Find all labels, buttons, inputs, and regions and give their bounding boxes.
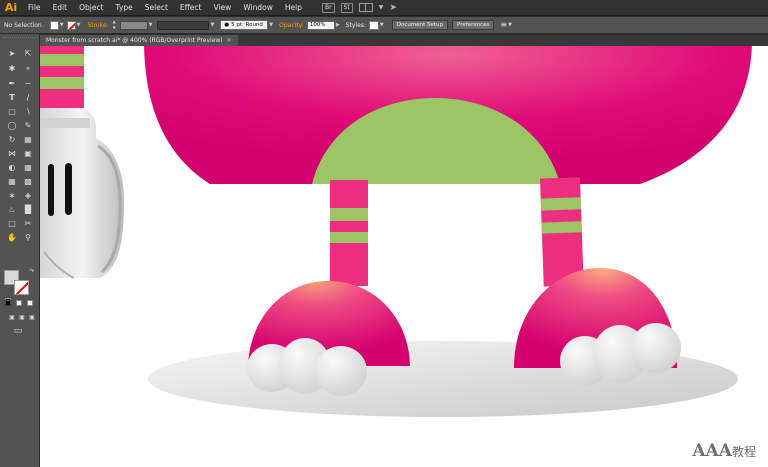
watermark: AAA教程 xyxy=(692,441,756,461)
monster-artwork xyxy=(40,46,752,417)
watermark-suffix: 教程 xyxy=(731,445,756,459)
stroke-caret-icon[interactable]: ▼ xyxy=(77,22,81,28)
blob-brush-tool-icon[interactable]: ◯ xyxy=(6,120,18,132)
selection-tool-icon[interactable]: ➤ xyxy=(6,48,18,60)
fill-caret-icon[interactable]: ▼ xyxy=(60,22,64,28)
gradient-mode-icon[interactable] xyxy=(16,300,22,306)
pen-tool-icon[interactable]: ✒ xyxy=(6,78,18,90)
fill-swatch[interactable] xyxy=(49,20,59,30)
opacity-label[interactable]: Opacity: xyxy=(279,22,304,29)
eyedropper-tool-icon[interactable]: ∗ xyxy=(6,190,18,202)
brush-dot-icon: ● xyxy=(224,22,230,28)
menu-view[interactable]: View xyxy=(208,0,238,16)
scale-tool-icon[interactable]: ▦ xyxy=(22,134,34,146)
perspective-grid-tool-icon[interactable]: ▦ xyxy=(22,162,34,174)
variable-width-field[interactable] xyxy=(157,20,210,30)
arrange-documents-icon[interactable] xyxy=(358,3,373,12)
pencil-tool-icon[interactable]: ✎ xyxy=(22,120,34,132)
mesh-tool-icon[interactable]: ▦ xyxy=(6,176,18,188)
menu-file[interactable]: File xyxy=(22,0,47,16)
menu-effect[interactable]: Effect xyxy=(174,0,208,16)
document-tab[interactable]: Monster from scratch.ai* @ 400% (RGB/Ove… xyxy=(40,35,238,46)
opacity-field[interactable]: 100% xyxy=(306,20,335,30)
document-setup-button[interactable]: Document Setup xyxy=(391,20,449,30)
stroke-weight-caret-icon[interactable]: ▼ xyxy=(149,22,153,28)
magic-wand-tool-icon[interactable]: ✱ xyxy=(6,63,18,75)
align-caret-icon[interactable]: ▼ xyxy=(508,22,512,28)
left-arm[interactable] xyxy=(40,46,84,108)
variable-width-caret-icon[interactable]: ▼ xyxy=(210,22,214,28)
brush-label: 5 pt. Round xyxy=(231,22,263,28)
document-tab-bar: Monster from scratch.ai* @ 400% (RGB/Ove… xyxy=(40,35,768,46)
opacity-caret-icon[interactable]: ▶ xyxy=(336,22,340,28)
styles-label: Styles: xyxy=(345,21,366,29)
align-icon[interactable]: ≡ xyxy=(500,20,507,30)
selection-status: No Selection xyxy=(4,21,42,29)
lasso-tool-icon[interactable]: ⚬ xyxy=(22,63,34,75)
brush-definition-field[interactable]: ● 5 pt. Round xyxy=(220,20,269,30)
type-tool-icon[interactable]: T xyxy=(6,92,18,104)
menu-edit[interactable]: Edit xyxy=(47,0,74,16)
bridge-button[interactable]: Br xyxy=(322,2,335,13)
column-graph-tool-icon[interactable]: █ xyxy=(22,204,34,216)
preferences-button[interactable]: Preferences xyxy=(452,20,495,30)
control-bar: No Selection ▼ ▼ Stroke: ▲ ▼ ▼ ▼ ● 5 pt. … xyxy=(0,17,768,34)
screen-mode-icon[interactable]: ▭ xyxy=(12,325,24,337)
free-transform-tool-icon[interactable]: ▣ xyxy=(22,148,34,160)
none-mode-icon[interactable] xyxy=(27,300,33,306)
draw-inside-icon[interactable]: ▣ xyxy=(26,312,38,324)
stroke-color-box[interactable] xyxy=(14,280,29,295)
menubar: Ai File Edit Object Type Select Effect V… xyxy=(0,0,768,16)
menu-help[interactable]: Help xyxy=(279,0,308,16)
panel-grip[interactable] xyxy=(3,37,37,40)
app-logo: Ai xyxy=(4,1,18,14)
menu-window[interactable]: Window xyxy=(237,0,279,16)
zoom-tool-icon[interactable]: ⚲ xyxy=(22,232,34,244)
tools-panel: ➤ ⇱ ✱ ⚬ ✒ ∽ T ∕ ▢ ∖ ◯ ✎ ↻ ▦ ⋈ ▣ ◐ ▦ ▦ ▩ … xyxy=(0,34,40,467)
left-hand[interactable] xyxy=(40,108,124,279)
stroke-label[interactable]: Stroke: xyxy=(87,22,108,29)
menu-object[interactable]: Object xyxy=(73,0,109,16)
blend-tool-icon[interactable]: ◈ xyxy=(22,190,34,202)
menu-select[interactable]: Select xyxy=(139,0,174,16)
hand-tool-icon[interactable]: ✋ xyxy=(6,232,18,244)
arrange-caret-icon[interactable]: ▼ xyxy=(379,4,384,11)
direct-selection-tool-icon[interactable]: ⇱ xyxy=(22,48,34,60)
shape-builder-tool-icon[interactable]: ◐ xyxy=(6,162,18,174)
stock-button[interactable]: St xyxy=(340,2,353,13)
line-tool-icon[interactable]: ∕ xyxy=(22,92,34,104)
curvature-tool-icon[interactable]: ∽ xyxy=(22,78,34,90)
stroke-weight-stepper[interactable]: ▲ ▼ xyxy=(113,20,118,30)
rotate-tool-icon[interactable]: ↻ xyxy=(6,134,18,146)
stroke-weight-field[interactable] xyxy=(119,20,148,30)
menu: File Edit Object Type Select Effect View… xyxy=(22,0,308,16)
rectangle-tool-icon[interactable]: ▢ xyxy=(6,106,18,118)
graphic-style-swatch[interactable] xyxy=(368,20,379,30)
styles-caret-icon[interactable]: ▼ xyxy=(380,22,384,28)
color-mode-icon[interactable] xyxy=(5,300,11,306)
send-icon[interactable]: ➤ xyxy=(389,3,397,13)
brush-caret-icon[interactable]: ▼ xyxy=(269,22,273,28)
illustrator-window: Ai File Edit Object Type Select Effect V… xyxy=(0,0,768,467)
document-tab-label: Monster from scratch.ai* @ 400% (RGB/Ove… xyxy=(46,37,223,44)
close-icon[interactable]: × xyxy=(227,37,232,44)
stroke-swatch[interactable] xyxy=(66,20,76,30)
paintbrush-tool-icon[interactable]: ∖ xyxy=(22,106,34,118)
menubar-icons: Br St ▼ ➤ xyxy=(322,2,397,13)
symbol-sprayer-tool-icon[interactable]: ♨ xyxy=(6,204,18,216)
swap-fill-stroke-icon[interactable]: ↷ xyxy=(26,266,38,278)
gradient-tool-icon[interactable]: ▩ xyxy=(22,176,34,188)
width-tool-icon[interactable]: ⋈ xyxy=(6,148,18,160)
menu-type[interactable]: Type xyxy=(110,0,139,16)
artboard-tool-icon[interactable]: □ xyxy=(6,218,18,230)
watermark-text: AAA xyxy=(692,441,732,461)
right-leg[interactable] xyxy=(539,177,584,287)
left-leg[interactable] xyxy=(330,180,368,286)
slice-tool-icon[interactable]: ✂ xyxy=(22,218,34,230)
artboard-canvas[interactable]: AAA教程 xyxy=(40,46,768,467)
